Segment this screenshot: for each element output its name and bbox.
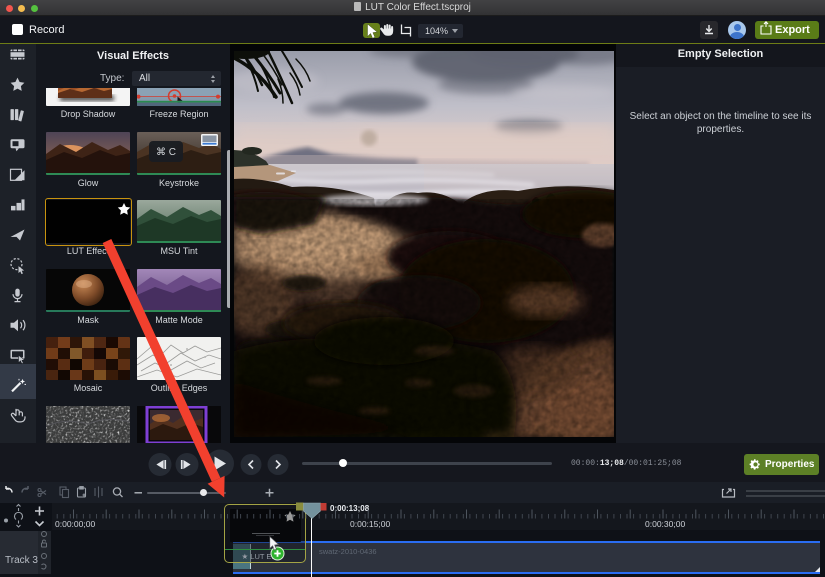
svg-text:⌘ C: ⌘ C bbox=[156, 147, 176, 158]
